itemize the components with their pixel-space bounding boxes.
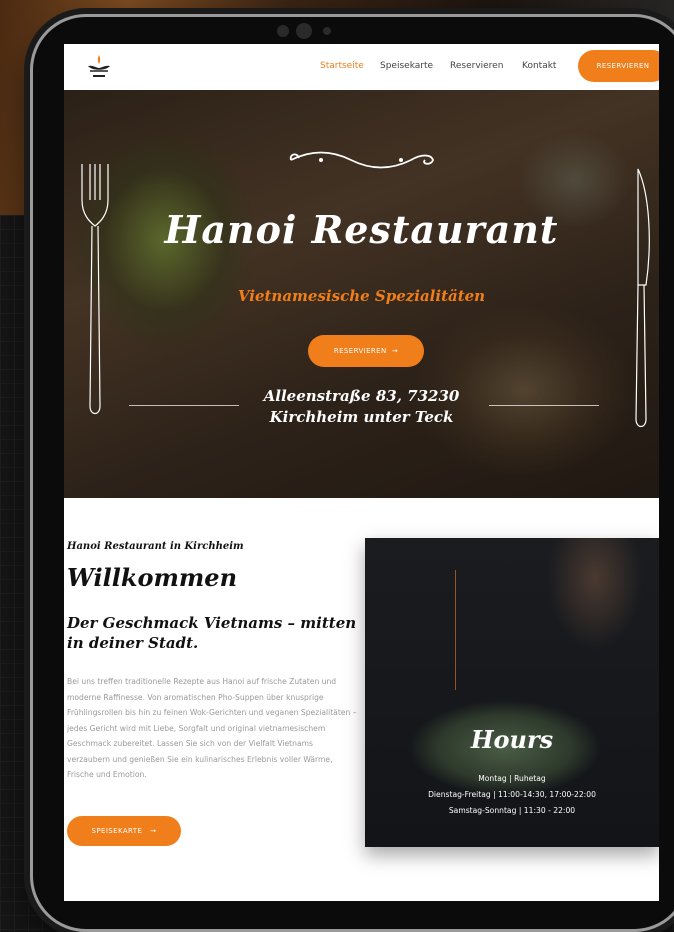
light-streak bbox=[455, 570, 456, 690]
welcome-kicker: Hanoi Restaurant in Kirchheim bbox=[67, 541, 244, 552]
welcome-subtitle: Der Geschmack Vietnams – mitten in deine… bbox=[67, 614, 357, 652]
welcome-title: Willkommen bbox=[67, 563, 238, 592]
address-street: Alleenstraße 83, 73230 bbox=[263, 387, 460, 405]
speisekarte-button-label: SPEISEKARTE bbox=[91, 827, 143, 835]
camera-lens bbox=[296, 23, 312, 39]
nav-link-reservieren[interactable]: Reservieren bbox=[450, 61, 503, 71]
hero-subtitle: Vietnamesische Spezialitäten bbox=[237, 287, 486, 305]
welcome-text: Bei uns treffen traditionelle Rezepte au… bbox=[67, 677, 357, 779]
ornament-icon bbox=[289, 151, 434, 169]
hero-reservieren-button[interactable]: RESERVIEREN → bbox=[308, 335, 424, 367]
hours-title: Hours bbox=[470, 725, 554, 754]
speisekarte-button[interactable]: SPEISEKARTE → bbox=[67, 816, 181, 846]
hero-title: Hanoi Restaurant bbox=[164, 207, 559, 252]
nav-link-speisekarte[interactable]: Speisekarte bbox=[380, 61, 433, 71]
website-screen: Startseite Speisekarte Reservieren Konta… bbox=[64, 44, 659, 901]
logo-icon[interactable] bbox=[86, 53, 112, 81]
hours-line-weekend: Samstag-Sonntag | 11:30 - 22:00 bbox=[448, 806, 576, 815]
hours-card: Hours Montag | Ruhetag Dienstag-Freitag … bbox=[365, 538, 659, 847]
nav-link-kontakt[interactable]: Kontakt bbox=[522, 61, 556, 71]
hero-address: Alleenstraße 83, 73230 Kirchheim unter T… bbox=[64, 386, 659, 428]
hours-line-monday: Montag | Ruhetag bbox=[478, 774, 546, 783]
hours-line-weekdays: Dienstag-Freitag | 11:00-14:30, 17:00-22… bbox=[428, 790, 596, 799]
hero-section: Hanoi Restaurant Vietnamesische Speziali… bbox=[64, 90, 659, 498]
top-navigation: Startseite Speisekarte Reservieren Konta… bbox=[64, 44, 659, 90]
nav-reservieren-button[interactable]: RESERVIEREN bbox=[578, 50, 659, 82]
nav-link-startseite[interactable]: Startseite bbox=[320, 61, 364, 71]
arrow-right-icon: → bbox=[389, 347, 399, 355]
camera-dot bbox=[277, 25, 289, 37]
arrow-right-icon: → bbox=[144, 827, 157, 835]
address-city: Kirchheim unter Teck bbox=[269, 408, 454, 426]
hero-button-label: RESERVIEREN bbox=[333, 347, 387, 355]
camera-sensor bbox=[323, 27, 331, 35]
